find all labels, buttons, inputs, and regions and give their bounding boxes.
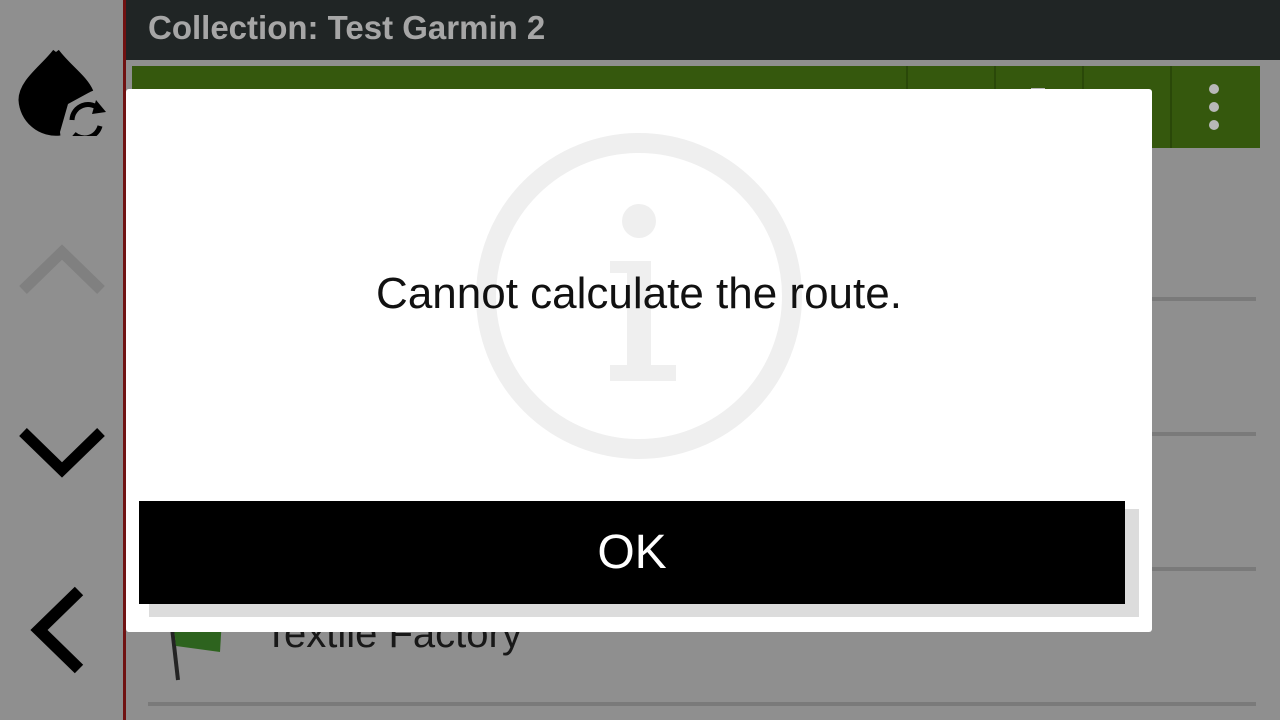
alert-dialog: Cannot calculate the route. OK xyxy=(126,89,1152,632)
dialog-message: Cannot calculate the route. xyxy=(376,269,902,318)
ok-button[interactable]: OK xyxy=(139,501,1125,604)
